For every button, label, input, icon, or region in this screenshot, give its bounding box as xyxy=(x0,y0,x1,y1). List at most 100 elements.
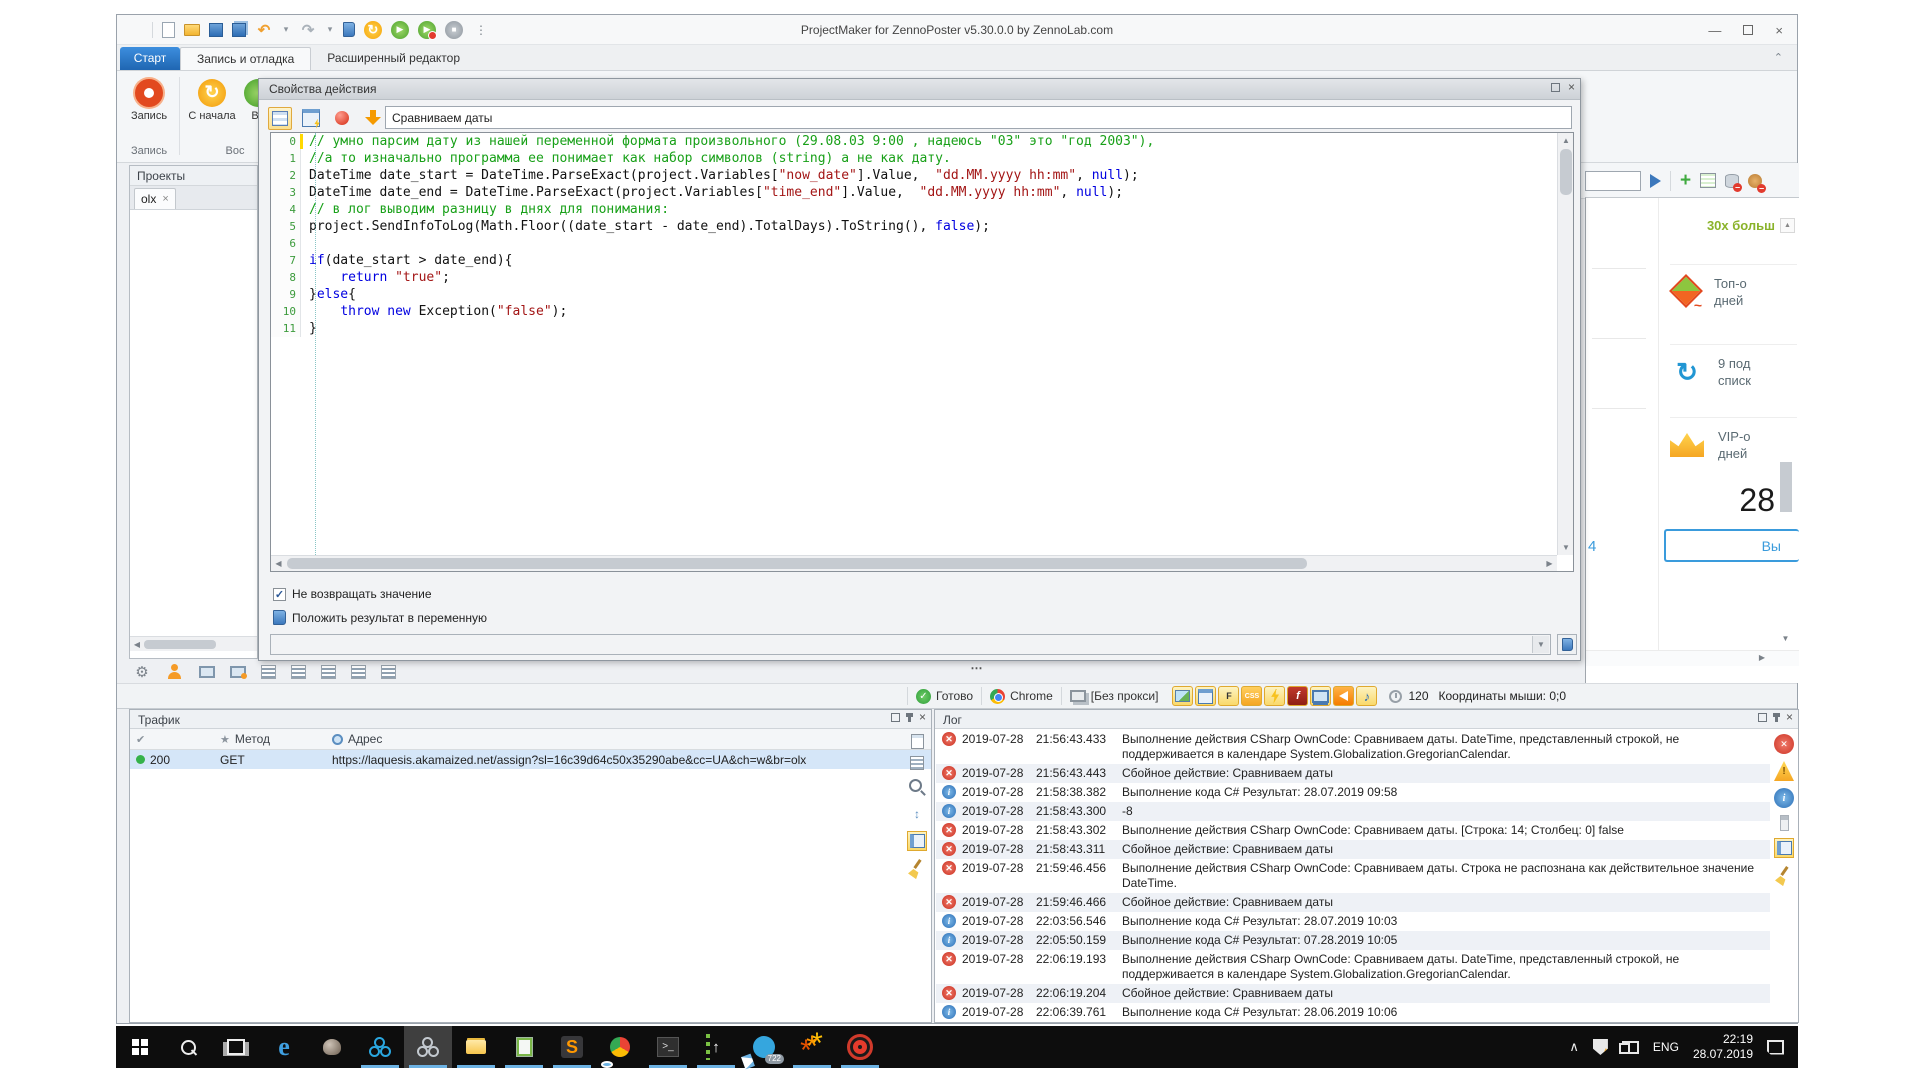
window-toggle[interactable] xyxy=(1195,686,1216,706)
tab-start[interactable]: Старт xyxy=(120,47,180,70)
clear-database-icon[interactable] xyxy=(1725,174,1739,188)
tab-list-icon-3[interactable] xyxy=(321,665,336,679)
result-variable-select[interactable]: ▼ xyxy=(270,634,1551,655)
projectmaker-icon[interactable] xyxy=(404,1026,452,1068)
search-icon[interactable] xyxy=(907,777,927,797)
log-row[interactable]: ✕2019-07-2822:06:19.204Сбойное действие:… xyxy=(936,984,1770,1003)
scrollbar-thumb[interactable] xyxy=(144,640,216,649)
column-method[interactable]: ★Метод xyxy=(214,729,326,749)
promo-item[interactable]: Топ-одней xyxy=(1670,264,1797,309)
defender-shield-icon[interactable] xyxy=(1593,1039,1608,1055)
scroll-down-icon[interactable]: ▼ xyxy=(1558,540,1574,555)
variable-picker-button[interactable] xyxy=(1557,634,1577,655)
toolbar-options-icon[interactable]: ⋮ xyxy=(472,21,490,39)
scroll-right-icon[interactable]: ▶ xyxy=(1542,556,1557,572)
projects-hscrollbar[interactable]: ◀ xyxy=(130,636,257,651)
code-area[interactable]: 0// умно парсим дату из нашей переменной… xyxy=(271,133,1557,555)
autoscroll-icon[interactable] xyxy=(1774,838,1794,858)
notepad-icon[interactable] xyxy=(500,1026,548,1068)
status-browser[interactable]: Chrome xyxy=(990,689,1053,704)
float-panel-icon[interactable] xyxy=(891,713,900,722)
open-project-icon[interactable] xyxy=(184,24,200,36)
console-icon[interactable]: >_ xyxy=(644,1026,692,1068)
scroll-up-icon[interactable]: ▲ xyxy=(1558,133,1574,148)
language-indicator[interactable]: ENG xyxy=(1653,1040,1679,1054)
no-return-checkbox[interactable]: ✓ xyxy=(273,588,286,601)
pin-panel-icon[interactable] xyxy=(1775,713,1778,722)
settings-icon[interactable]: ⚙ xyxy=(133,663,151,681)
promo-item[interactable]: ↻9 подсписк xyxy=(1670,344,1797,389)
record-button[interactable]: Запись xyxy=(121,79,177,122)
tab-list-icon-1[interactable] xyxy=(261,665,276,679)
restart-button[interactable]: ↻ С начала xyxy=(184,79,240,122)
scroll-left-icon[interactable]: ◀ xyxy=(130,640,144,649)
media-toggle[interactable]: ♪ xyxy=(1356,686,1377,706)
edit-report-icon[interactable] xyxy=(911,734,924,749)
sort-icon[interactable]: ↕ xyxy=(907,804,927,824)
tray-chevron-icon[interactable]: ∧ xyxy=(1569,1039,1579,1055)
redo-dropdown-icon[interactable]: ▾ xyxy=(326,21,334,39)
maximize-button[interactable] xyxy=(1743,25,1753,35)
plugins-toggle[interactable] xyxy=(1310,686,1331,706)
log-row[interactable]: ✕2019-07-2821:56:43.433Выполнение действ… xyxy=(936,730,1770,764)
log-row[interactable]: ✕2019-07-2821:58:43.302Выполнение действ… xyxy=(936,821,1770,840)
clear-cookies-icon[interactable] xyxy=(1748,174,1762,188)
explorer-icon[interactable] xyxy=(452,1026,500,1068)
list-view-icon[interactable] xyxy=(910,756,924,770)
float-panel-icon[interactable] xyxy=(1758,713,1767,722)
zennoposter-icon[interactable] xyxy=(356,1026,404,1068)
close-dialog-icon[interactable]: × xyxy=(1568,83,1575,92)
javascript-toggle[interactable] xyxy=(1264,686,1285,706)
tab-list-icon-2[interactable] xyxy=(291,665,306,679)
close-panel-icon[interactable]: × xyxy=(1786,713,1793,722)
scrollbar-icon[interactable] xyxy=(1780,815,1789,831)
float-dialog-icon[interactable] xyxy=(1551,83,1560,92)
tab-list-icon-4[interactable] xyxy=(351,665,366,679)
project-canvas[interactable] xyxy=(130,210,257,636)
sound-toggle[interactable] xyxy=(1333,686,1354,706)
stop-icon[interactable]: ■ xyxy=(445,21,463,39)
run-icon[interactable] xyxy=(1650,174,1661,188)
profile-icon[interactable] xyxy=(166,663,184,681)
action-name-input[interactable] xyxy=(385,106,1572,129)
project-tab-olx[interactable]: olx × xyxy=(134,188,176,209)
action-list-icon[interactable] xyxy=(1700,173,1716,188)
log-row[interactable]: ✕2019-07-2821:59:46.456Выполнение действ… xyxy=(936,859,1770,893)
dock-panel-icon[interactable] xyxy=(907,831,927,851)
user-display-icon[interactable] xyxy=(230,666,246,678)
telegram-icon[interactable]: 722 xyxy=(740,1026,788,1068)
start-button[interactable] xyxy=(116,1026,164,1068)
close-panel-icon[interactable]: × xyxy=(919,713,926,722)
proxy-selector[interactable]: [Без прокси] xyxy=(1070,689,1159,703)
flash-toggle[interactable]: f xyxy=(1287,686,1308,706)
scrollbar-thumb[interactable] xyxy=(287,558,1307,569)
minimize-button[interactable]: — xyxy=(1708,23,1721,38)
column-address[interactable]: Адрес xyxy=(326,729,931,749)
log-row[interactable]: i2019-07-2822:03:56.546Выполнение кода C… xyxy=(936,912,1770,931)
close-button[interactable]: × xyxy=(1775,23,1783,38)
collapse-ribbon-icon[interactable]: ⌃ xyxy=(1774,51,1783,64)
editor-vscrollbar[interactable]: ▲ ▼ xyxy=(1557,133,1573,555)
play-record-icon[interactable]: ▶ xyxy=(418,21,436,39)
log-row[interactable]: i2019-07-2822:05:50.159Выполнение кода C… xyxy=(936,931,1770,950)
redo-icon[interactable]: ↷ xyxy=(299,21,317,39)
log-row[interactable]: i2019-07-2822:06:39.761Выполнение кода C… xyxy=(936,1003,1770,1021)
collapse-promo-icon[interactable]: ▲ xyxy=(1780,218,1795,233)
undo-dropdown-icon[interactable]: ▾ xyxy=(282,21,290,39)
action-center-icon[interactable] xyxy=(1767,1040,1784,1055)
editor-hscrollbar[interactable]: ◀ ▶ xyxy=(271,555,1557,571)
images-toggle[interactable] xyxy=(1172,686,1193,706)
log-row[interactable]: ✕2019-07-2821:58:43.311Сбойное действие:… xyxy=(936,840,1770,859)
tab-list-icon-5[interactable] xyxy=(381,665,396,679)
network-icon[interactable] xyxy=(1622,1041,1639,1054)
tab-record-debug[interactable]: Запись и отладка xyxy=(180,47,311,70)
errors-filter-icon[interactable]: ✕ xyxy=(1774,734,1794,754)
log-row[interactable]: ✕2019-07-2821:56:43.443Сбойное действие:… xyxy=(936,764,1770,783)
restart-project-icon[interactable]: ↻ xyxy=(364,21,382,39)
log-row[interactable]: ✕2019-07-2822:06:19.193Выполнение действ… xyxy=(936,950,1770,984)
log-row[interactable]: i2019-07-2821:58:38.382Выполнение кода C… xyxy=(936,783,1770,802)
insert-arrow-button[interactable] xyxy=(361,107,385,130)
add-action-icon[interactable]: + xyxy=(1680,172,1691,190)
dropdown-icon[interactable]: ▼ xyxy=(1532,636,1549,653)
info-filter-icon[interactable]: i xyxy=(1774,788,1794,808)
